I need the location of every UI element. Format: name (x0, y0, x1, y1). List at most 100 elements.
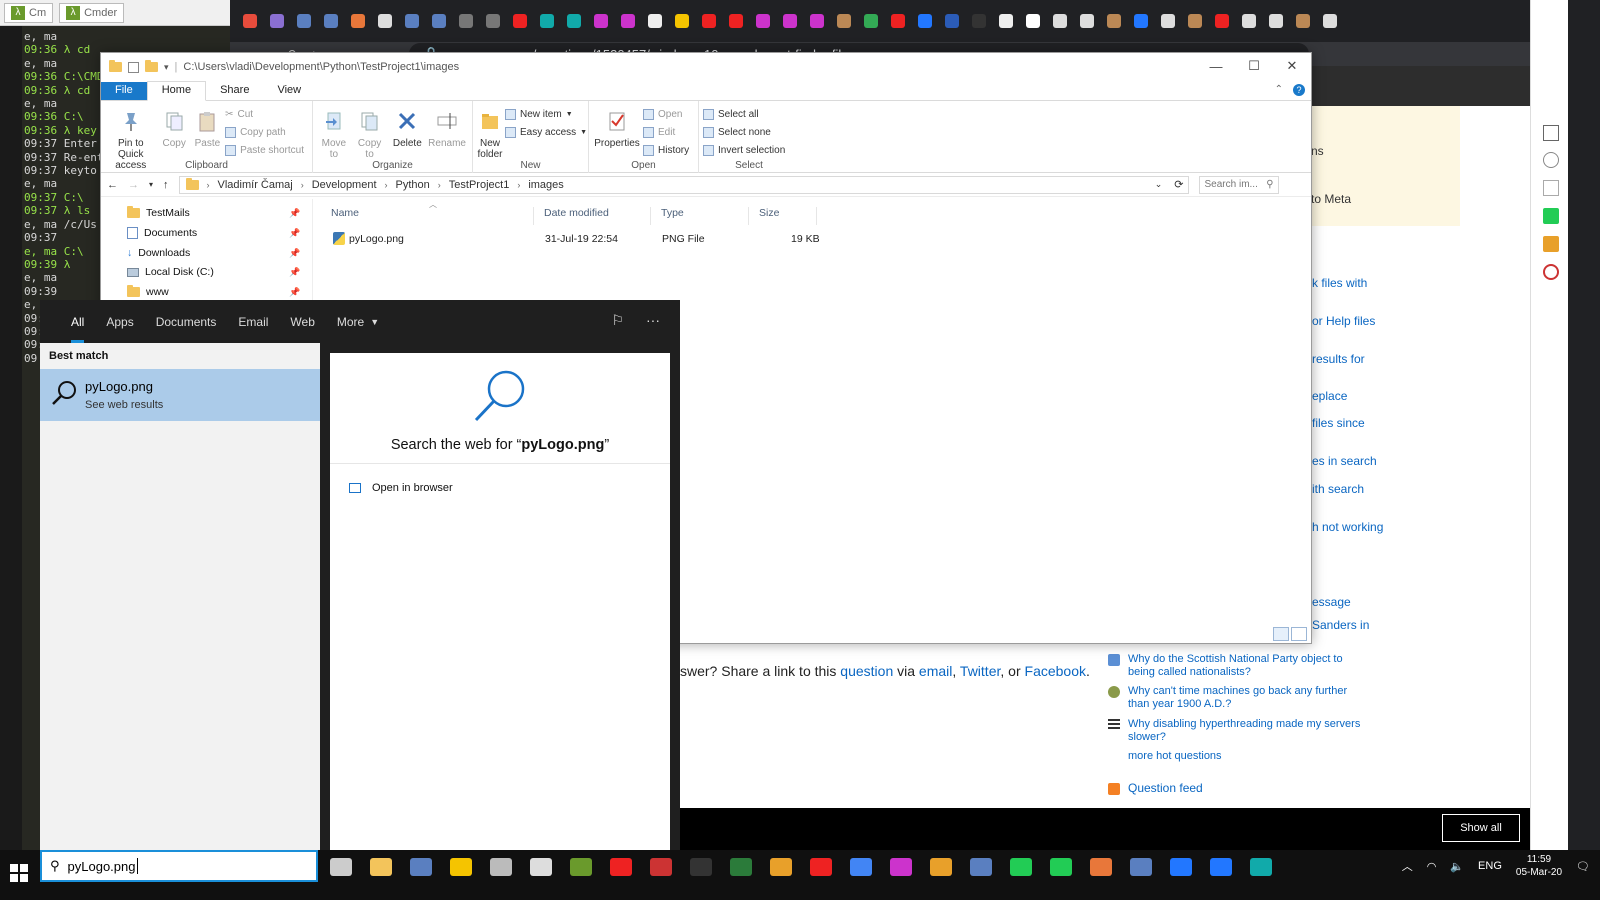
back-icon[interactable]: ← (107, 179, 118, 191)
nav-item-testmails[interactable]: TestMails 📌 (127, 206, 300, 219)
browser-tab[interactable] (508, 9, 532, 33)
breadcrumb-item[interactable]: Python (396, 179, 430, 191)
extension-icon[interactable] (1543, 180, 1559, 196)
related-question-link[interactable]: eplace (1312, 389, 1347, 403)
clock[interactable]: 11:59 05-Mar-20 (1516, 853, 1562, 879)
browser-tab[interactable] (562, 9, 586, 33)
volume-icon[interactable]: 🔈 (1450, 860, 1464, 873)
browser-tab[interactable] (319, 9, 343, 33)
taskbar-app-icon[interactable] (770, 858, 792, 876)
rename-button[interactable]: Rename (428, 103, 466, 149)
file-row[interactable]: pyLogo.png 31-Jul-19 22:54 PNG File 19 K… (321, 229, 841, 249)
browser-tab[interactable] (886, 9, 910, 33)
extension-icon[interactable] (1543, 236, 1559, 252)
nav-item-www[interactable]: www 📌 (127, 285, 300, 298)
invert-selection-button[interactable]: Invert selection (703, 142, 785, 158)
browser-tab[interactable] (616, 9, 640, 33)
new-folder-button[interactable]: New folder (477, 103, 503, 160)
browser-tab[interactable] (967, 9, 991, 33)
browser-tab[interactable] (805, 9, 829, 33)
close-icon[interactable]: ✕ (1273, 53, 1311, 79)
question-link[interactable]: question (840, 663, 893, 679)
delete-button[interactable]: Delete (388, 103, 426, 149)
select-none-button[interactable]: Select none (703, 124, 785, 140)
breadcrumb-item[interactable]: images (528, 179, 563, 191)
cut-button[interactable]: ✂ Cut (225, 106, 304, 122)
taskbar-app-icon[interactable] (1210, 858, 1232, 876)
related-question-link[interactable]: ith search (1312, 482, 1364, 496)
browser-tab[interactable] (589, 9, 613, 33)
help-icon[interactable]: ? (1293, 84, 1305, 96)
browser-tab[interactable] (1210, 9, 1234, 33)
hot-question[interactable]: Why disabling hyperthreading made my ser… (1108, 718, 1368, 744)
paste-shortcut-button[interactable]: Paste shortcut (225, 142, 304, 158)
question-feed-link[interactable]: Question feed (1108, 782, 1368, 795)
column-name[interactable]: Name (321, 207, 534, 225)
breadcrumb-item[interactable]: TestProject1 (449, 179, 510, 191)
copy-button[interactable]: Copy (159, 103, 190, 149)
related-question-link[interactable]: results for (1312, 352, 1365, 366)
browser-tab[interactable] (1102, 9, 1126, 33)
tab-home[interactable]: Home (146, 81, 207, 101)
column-size[interactable]: Size (749, 207, 817, 225)
taskbar-app-icon[interactable] (450, 858, 472, 876)
wifi-icon[interactable]: ◠ (1427, 860, 1437, 873)
related-question-link[interactable]: es in search (1312, 454, 1377, 468)
related-question-link[interactable]: Sanders in (1312, 618, 1369, 632)
new-folder-icon[interactable] (145, 60, 158, 72)
tab-file[interactable]: File (101, 82, 147, 100)
open-in-browser-button[interactable]: Open in browser (372, 482, 453, 494)
filter-all[interactable]: All (60, 300, 95, 343)
taskbar-app-icon[interactable] (970, 858, 992, 876)
taskbar-app-icon[interactable] (610, 858, 632, 876)
browser-tab[interactable] (913, 9, 937, 33)
browser-tab[interactable] (1156, 9, 1180, 33)
details-view-icon[interactable] (1273, 627, 1289, 641)
browser-tab[interactable] (1048, 9, 1072, 33)
chevron-up-icon[interactable]: ︿ (1402, 858, 1413, 874)
large-icons-view-icon[interactable] (1291, 627, 1307, 641)
filter-web[interactable]: Web (279, 300, 325, 343)
maximize-icon[interactable]: ☐ (1235, 53, 1273, 79)
notifications-icon[interactable]: 🗨 (1576, 860, 1590, 873)
sidebar-link[interactable]: ns (1311, 144, 1324, 158)
extension-icon[interactable] (1543, 264, 1559, 280)
browser-tab[interactable] (670, 9, 694, 33)
copy-to-button[interactable]: Copy to (353, 103, 387, 160)
hot-question[interactable]: Why can't time machines go back any furt… (1108, 685, 1368, 711)
taskbar-app-icon[interactable] (810, 858, 832, 876)
column-date-modified[interactable]: Date modified (534, 207, 651, 225)
filter-documents[interactable]: Documents (145, 300, 228, 343)
browser-tab[interactable] (1318, 9, 1342, 33)
related-question-link[interactable]: essage (1312, 595, 1351, 609)
taskbar-app-icon[interactable] (530, 858, 552, 876)
facebook-link[interactable]: Facebook (1025, 663, 1086, 679)
refresh-icon[interactable]: ⟳ (1170, 178, 1187, 191)
browser-tab[interactable] (1264, 9, 1288, 33)
taskbar-app-icon[interactable] (690, 858, 712, 876)
browser-tab[interactable] (1237, 9, 1261, 33)
tab-view[interactable]: View (263, 82, 315, 100)
extension-icon[interactable] (1543, 208, 1559, 224)
chevron-down-icon[interactable]: ⌄ (1155, 179, 1163, 190)
minimize-icon[interactable]: — (1197, 53, 1235, 79)
browser-tab[interactable] (1075, 9, 1099, 33)
windows-start-icon[interactable] (10, 864, 28, 882)
show-all-button[interactable]: Show all (1442, 814, 1520, 842)
feedback-icon[interactable]: ⚐ (611, 312, 624, 329)
browser-tab[interactable] (454, 9, 478, 33)
hot-question[interactable]: Why do the Scottish National Party objec… (1108, 653, 1368, 679)
related-question-link[interactable]: or Help files (1312, 314, 1375, 328)
taskbar-app-icon[interactable] (1010, 858, 1032, 876)
terminal-tab-1[interactable]: λ Cm (4, 2, 54, 23)
collapse-ribbon-icon[interactable]: ⌃ (1275, 84, 1283, 95)
breadcrumb-item[interactable]: Vladimír Čamaj (218, 179, 293, 191)
nav-item-local-disk[interactable]: Local Disk (C:) 📌 (127, 266, 300, 278)
more-hot-questions-link[interactable]: more hot questions (1128, 750, 1368, 763)
properties-button[interactable]: Properties (593, 103, 641, 149)
taskbar-app-icon[interactable] (850, 858, 872, 876)
history-button[interactable]: History (643, 142, 689, 158)
taskbar-app-icon[interactable] (1050, 858, 1072, 876)
taskbar-app-icon[interactable] (930, 858, 952, 876)
sidebar-link[interactable]: to Meta (1311, 192, 1351, 206)
